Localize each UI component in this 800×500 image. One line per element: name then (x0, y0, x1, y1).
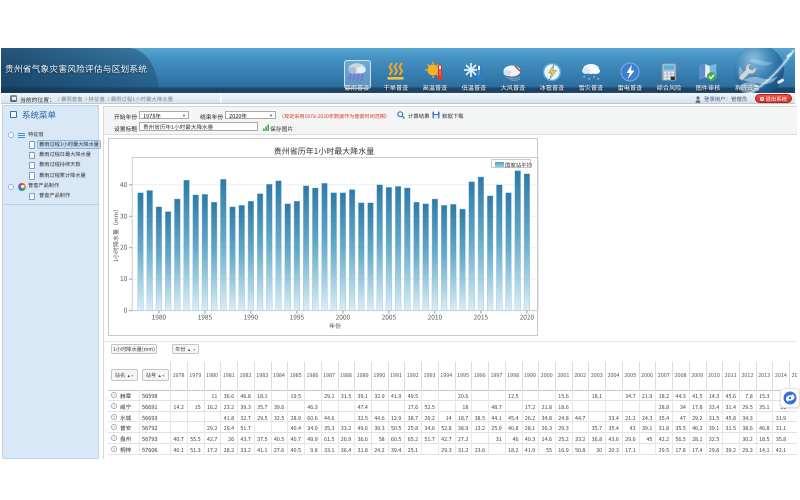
svg-text:1小时降水量（mm）: 1小时降水量（mm） (111, 206, 120, 262)
svg-text:年份: 年份 (329, 321, 341, 330)
svg-text:10: 10 (120, 273, 128, 283)
svg-text:20: 20 (120, 242, 128, 252)
svg-text:1985: 1985 (198, 312, 213, 322)
svg-text:2005: 2005 (382, 312, 397, 322)
svg-text:1990: 1990 (244, 312, 259, 322)
svg-text:2000: 2000 (336, 312, 351, 322)
svg-text:2020: 2020 (520, 312, 535, 322)
svg-text:0: 0 (124, 305, 128, 315)
svg-text:*: * (583, 73, 586, 82)
svg-text:1980: 1980 (152, 312, 167, 322)
svg-text:2010: 2010 (428, 312, 443, 322)
svg-text:30: 30 (120, 210, 128, 220)
svg-text:1995: 1995 (290, 312, 305, 322)
svg-text:2015: 2015 (474, 312, 489, 322)
svg-text:40: 40 (120, 179, 128, 189)
svg-text:*: * (593, 73, 596, 82)
